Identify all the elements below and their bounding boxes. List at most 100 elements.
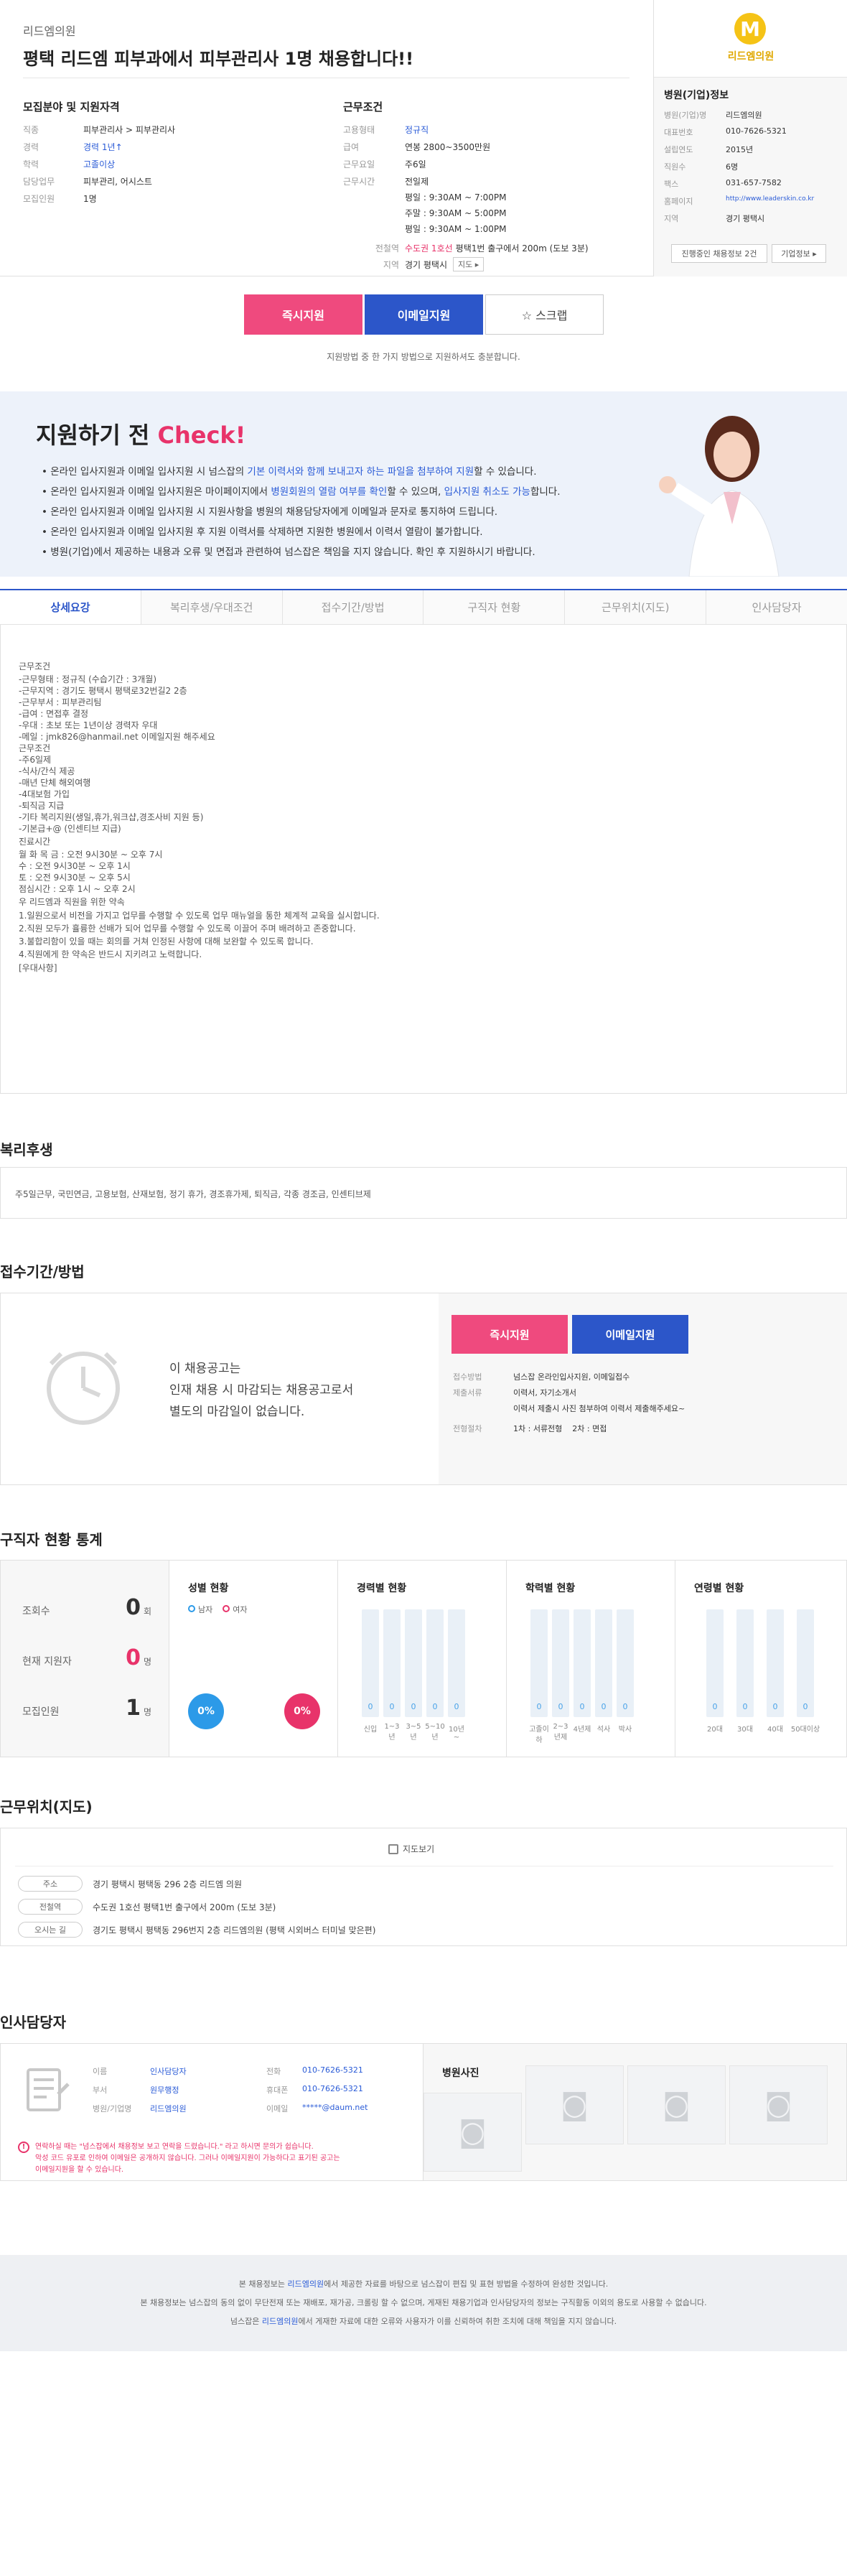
views-unit: 회 xyxy=(143,1606,151,1617)
edu-label: 4년제 xyxy=(573,1726,591,1734)
detail-line: -기타 복리지원(생일,휴가,워크샵,경조사비 지원 등) xyxy=(19,812,204,822)
conditions-heading: 근무조건 xyxy=(343,101,383,113)
docs-value: 이력서, 자기소개서 xyxy=(513,1388,576,1398)
address-label: 주소 xyxy=(18,1876,83,1892)
camera-icon: ◙ xyxy=(627,2065,726,2144)
process-label: 전형절차 xyxy=(453,1424,482,1433)
map-view-label: 지도보기 xyxy=(403,1844,435,1854)
views-label: 조회수 xyxy=(22,1606,50,1617)
stats-title: 구직자 현황 통계 xyxy=(0,1531,103,1548)
check-text: 온라인 입사지원과 이메일 입사지원 후 지원 이력서를 삭제하면 지원한 병원… xyxy=(50,526,483,538)
map-button[interactable]: 지도 ▸ xyxy=(453,257,485,271)
info-label: 설립연도 xyxy=(664,145,693,154)
check-list: • 온라인 입사지원과 이메일 입사지원 시 넘스잡의 기본 이력서와 함께 보… xyxy=(42,463,561,564)
age-bar-value: 0 xyxy=(802,1702,808,1711)
check-title: 지원하기 전 Check! xyxy=(36,417,245,450)
nurse-illustration xyxy=(659,416,780,577)
stats-box: 조회수 0 회 현재 지원자 0명 모집인원 1명 성별 현황 남자 여자 0% … xyxy=(0,1560,847,1757)
recruit-label: 모집인원 xyxy=(23,194,55,204)
hr-org: 리드엠의원 xyxy=(150,2104,187,2114)
footer-text: 본 채용정보는 xyxy=(238,2279,288,2289)
scrap-button[interactable]: ☆ 스크랩 xyxy=(485,294,604,335)
hr-mail-label: 이메일 xyxy=(266,2104,289,2114)
email-apply-button[interactable]: 이메일지원 xyxy=(365,294,483,335)
subway-value: 평택1번 출구에서 200m (도보 3분) xyxy=(455,243,589,254)
company-logo: M 리드엠의원 xyxy=(654,0,847,78)
gender-title: 성별 현황 xyxy=(188,1583,229,1594)
check-item: • 온라인 입사지원과 이메일 입사지원은 마이페이지에서 병원회원의 열람 여… xyxy=(42,486,561,498)
warning-icon: ! xyxy=(18,2142,29,2153)
age-label: 20대 xyxy=(707,1726,723,1734)
location-title: 근무위치(지도) xyxy=(0,1798,93,1815)
homepage-link[interactable]: http://www.leaderskin.co.kr xyxy=(726,195,814,213)
hours-line: 평일 : 9:30AM ~ 7:00PM xyxy=(405,192,507,203)
recruit-count-row: 모집인원 1명 xyxy=(22,1696,151,1721)
check-text: 병원(기업)에서 제공하는 내용과 오류 및 면접과 관련하여 넘스잡은 책임을… xyxy=(50,547,535,558)
footer-company: 리드엠의원 xyxy=(287,2279,324,2289)
period-instant-button[interactable]: 즉시지원 xyxy=(451,1315,568,1354)
career-title: 경력별 현황 xyxy=(357,1583,407,1594)
career-bar-value: 0 xyxy=(389,1702,395,1711)
instant-apply-button[interactable]: 즉시지원 xyxy=(244,294,362,335)
condition-value: 정규직 xyxy=(405,125,429,135)
hr-title: 인사담당자 xyxy=(0,2014,66,2031)
company-name[interactable]: 리드엠의원 xyxy=(23,22,76,39)
tab-detail[interactable]: 상세요강 xyxy=(0,590,141,624)
camera-icon: ◙ xyxy=(424,2093,522,2172)
region-label: 지역 xyxy=(383,259,399,270)
tab-welfare[interactable]: 복리후생/우대조건 xyxy=(141,590,283,624)
career-label: 5~10년 xyxy=(425,1723,445,1742)
gender-panel: 성별 현황 남자 여자 0% 0% xyxy=(169,1561,338,1757)
age-bar-value: 0 xyxy=(772,1702,778,1711)
jobs-in-progress-button[interactable]: 진행중인 채용정보 2건 xyxy=(671,244,767,263)
age-bar: 0 xyxy=(736,1609,754,1717)
recruit-value: 피부관리사 > 피부관리사 xyxy=(83,125,176,135)
hr-mobile-label: 휴대폰 xyxy=(266,2086,289,2095)
map-icon xyxy=(388,1843,398,1854)
tab-period[interactable]: 접수기간/방법 xyxy=(283,590,424,624)
recruit-value: 경력 1년↑ xyxy=(83,142,123,152)
hr-dept: 원무행정 xyxy=(150,2086,179,2095)
check-text: 할 수 있습니다. xyxy=(474,466,537,478)
method-value: 넘스잡 온라인입사지원, 이메일접수 xyxy=(513,1372,630,1382)
warning-line: 연락하실 때는 "넘스잡에서 채용정보 보고 연락을 드렸습니다." 라고 하시… xyxy=(35,2143,314,2151)
map-view-button[interactable]: 지도보기 xyxy=(388,1843,434,1855)
subway-label: 전철역 xyxy=(375,243,399,254)
camera-icon: ◙ xyxy=(729,2065,828,2144)
footer-text: 에서 게재한 자료에 대한 오류와 사용자가 이를 신뢰하여 취한 조치에 대해… xyxy=(298,2317,617,2326)
female-label: 여자 xyxy=(233,1605,248,1614)
career-bar-value: 0 xyxy=(454,1702,459,1711)
tab-hr[interactable]: 인사담당자 xyxy=(706,590,847,624)
warning-line: 이메일지원을 할 수 있습니다. xyxy=(35,2166,124,2174)
career-bar: 0 xyxy=(383,1609,401,1717)
edu-bar: 0 xyxy=(595,1609,612,1717)
male-legend: 남자 xyxy=(188,1604,212,1615)
female-legend: 여자 xyxy=(223,1604,248,1615)
company-info-button[interactable]: 기업정보 ▸ xyxy=(772,244,826,263)
check-text: 온라인 입사지원과 이메일 입사지원 시 넘스잡의 xyxy=(50,466,248,478)
tab-stats[interactable]: 구직자 현황 xyxy=(424,590,566,624)
detail-line: 우 리드엠과 직원을 위한 약속 xyxy=(19,897,125,907)
hr-mail: *****@daum.net xyxy=(302,2103,368,2112)
detail-line: 월 화 목 금 : 오전 9시30분 ~ 오후 7시 xyxy=(19,850,163,860)
info-value: 6명 xyxy=(726,162,739,172)
gender-legend: 남자 여자 xyxy=(188,1604,248,1615)
detail-line: 근무조건 xyxy=(19,661,51,671)
age-bar: 0 xyxy=(706,1609,724,1717)
hr-info-left: 이름 인사담당자 부서 원무행정 병원/기업명 리드엠의원 xyxy=(93,2065,187,2121)
age-bar-value: 0 xyxy=(712,1702,718,1711)
footer-line: 본 채용정보는 리드엠의원에서 제공한 자료를 바탕으로 넘스잡이 편집 및 표… xyxy=(0,2278,847,2289)
detail-line: -메일 : jmk826@hanmail.net 이메일지원 해주세요 xyxy=(19,732,215,742)
check-item: • 온라인 입사지원과 이메일 입사지원 시 지원사항을 병원의 채용담당자에게… xyxy=(42,506,498,518)
recruit-value: 1명 xyxy=(83,194,97,204)
location-subway-label: 전철역 xyxy=(18,1899,83,1915)
method-label: 접수방법 xyxy=(453,1372,482,1382)
subway-row: 전철역 수도권 1호선 평택1번 출구에서 200m (도보 3분) xyxy=(343,242,589,254)
edu-panel: 학력별 현황 0 0 0 0 0 고졸이하 2~3년제 4년제 석사 박사 xyxy=(507,1561,675,1757)
period-email-button[interactable]: 이메일지원 xyxy=(572,1315,688,1354)
detail-line: [우대사항] xyxy=(19,963,57,973)
tab-location[interactable]: 근무위치(지도) xyxy=(565,590,707,624)
applicants-row: 현재 지원자 0명 xyxy=(22,1645,151,1670)
check-highlight: 기본 이력서와 함께 보내고자 하는 파일을 첨부하여 지원 xyxy=(247,466,474,478)
edu-bar: 0 xyxy=(530,1609,548,1717)
